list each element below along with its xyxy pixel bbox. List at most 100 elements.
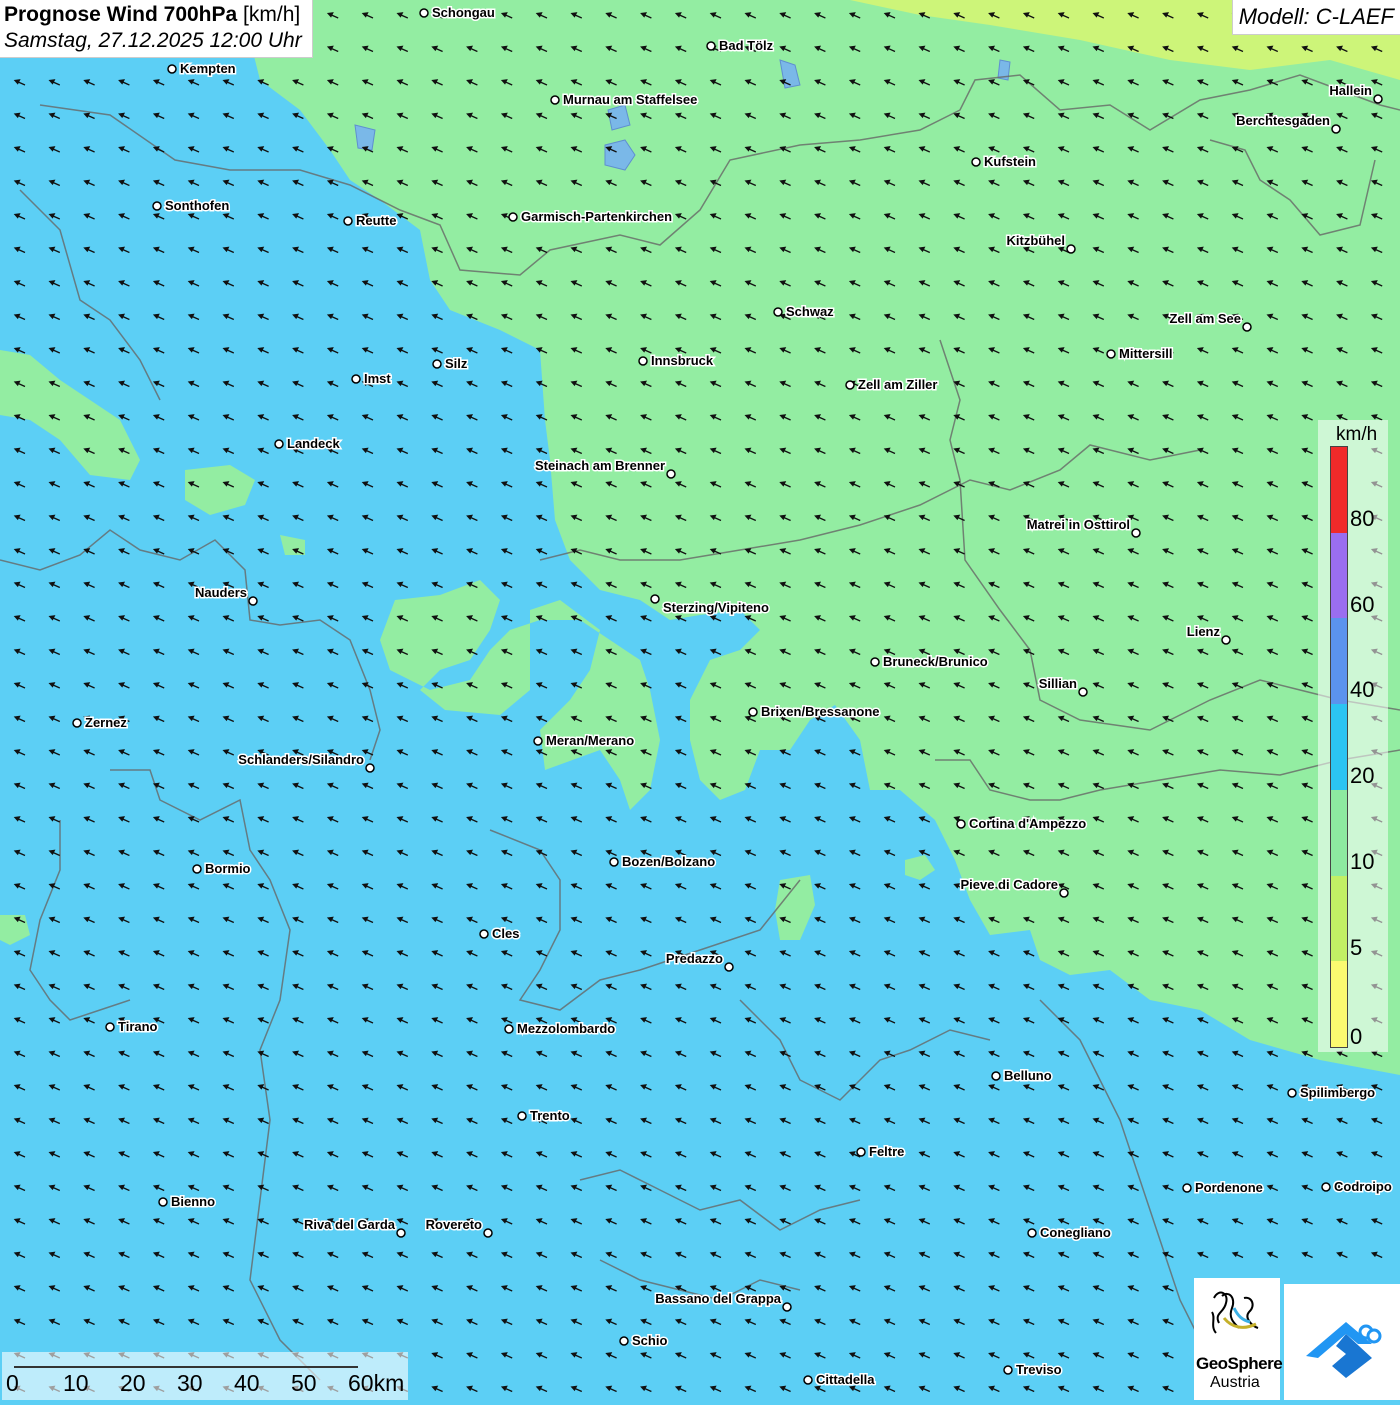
wind-map[interactable]: Schongau Bad Tölz Kempten Murnau am Staffel… (0, 0, 1400, 1400)
city-dot (1059, 888, 1069, 898)
legend-unit: km/h (1336, 424, 1378, 445)
city-dot (1131, 528, 1141, 538)
city-dot (533, 736, 543, 746)
city-marker: Murnau am Staffelsee (550, 91, 699, 109)
city-dot (1242, 322, 1252, 332)
city-dot (956, 819, 966, 829)
city-label: Bruneck/Brunico (883, 654, 988, 669)
city-label: Mezzolombardo (517, 1021, 615, 1036)
city-label: Matrei in Osttirol (1027, 517, 1130, 532)
legend-tick-label: 10 (1350, 848, 1375, 874)
city-dot (748, 707, 758, 717)
city-marker: Meran/Merano (533, 732, 636, 750)
legend-tick-label: 0 (1350, 1024, 1363, 1049)
city-label: Bozen/Bolzano (622, 854, 715, 869)
city-marker: Conegliano (1027, 1224, 1112, 1242)
city-dot (1221, 635, 1231, 645)
city-label: Hallein (1329, 83, 1372, 98)
map-title: Prognose Wind 700hPa [km/h] Samstag, 27.… (0, 0, 313, 58)
legend-tick-label: 20 (1350, 763, 1375, 789)
city-marker: Bruneck/Brunico (870, 653, 989, 671)
city-label: Bienno (171, 1194, 215, 1209)
city-dot (167, 64, 177, 74)
legend-color-segment (1331, 961, 1347, 1047)
city-marker: Sonthofen (152, 197, 231, 215)
city-dot (508, 212, 518, 222)
city-dot (351, 374, 361, 384)
city-dot (1106, 349, 1116, 359)
city-label: Reutte (356, 213, 396, 228)
city-dot (1078, 687, 1088, 697)
city-label: Bad Tölz (719, 38, 774, 53)
city-dot (1321, 1182, 1331, 1192)
city-label: Rovereto (426, 1217, 482, 1232)
city-label: Steinach am Brenner (535, 458, 665, 473)
legend-color-segment (1331, 532, 1347, 619)
city-marker: Spilimbergo (1287, 1084, 1377, 1102)
legend-color-segment (1331, 447, 1347, 533)
city-label: Kempten (180, 61, 236, 76)
city-marker: Bozen/Bolzano (609, 853, 717, 871)
city-label: Mittersill (1119, 346, 1172, 361)
city-marker: Cortina d'Ampezzo (956, 815, 1088, 833)
city-dot (504, 1024, 514, 1034)
city-label: Imst (364, 371, 391, 386)
city-label: Bassano del Grappa (655, 1291, 781, 1306)
city-label: Innsbruck (651, 353, 714, 368)
title-unit: [km/h] (243, 3, 301, 26)
city-label: Garmisch-Partenkirchen (521, 209, 672, 224)
geosphere-logo[interactable]: GeoSphere Austria (1194, 1278, 1283, 1400)
city-label: Lienz (1187, 624, 1221, 639)
city-label: Cittadella (816, 1372, 875, 1387)
city-dot (1331, 124, 1341, 134)
city-label: Cortina d'Ampezzo (969, 816, 1086, 831)
city-label: Zell am Ziller (858, 377, 937, 392)
city-dot (724, 962, 734, 972)
city-marker: Pordenone (1182, 1179, 1264, 1197)
weather-app-logo[interactable] (1284, 1284, 1400, 1400)
city-dot (845, 380, 855, 390)
city-label: Kufstein (984, 154, 1036, 169)
city-dot (1182, 1183, 1192, 1193)
city-label: Pieve di Cadore (960, 877, 1058, 892)
forecast-date: Samstag, 27.12.2025 12:00 Uhr (4, 29, 302, 52)
city-label: Silz (445, 356, 468, 371)
city-dot (158, 1197, 168, 1207)
city-dot (105, 1022, 115, 1032)
model-label: Modell: C-LAEF (1231, 0, 1400, 35)
city-dot (483, 1228, 493, 1238)
city-label: Belluno (1004, 1068, 1052, 1083)
city-dot (274, 439, 284, 449)
color-legend: km/h 80 60 40 20 10 5 0 (1318, 420, 1388, 1052)
city-label: Treviso (1016, 1362, 1062, 1377)
city-label: Schongau (432, 5, 495, 20)
scale-bar: 0 10 20 30 40 50 60km (2, 1352, 408, 1400)
city-dot (517, 1111, 527, 1121)
scale-label: 60km (348, 1370, 405, 1396)
city-label: Nauders (195, 585, 247, 600)
city-label: Berchtesgaden (1236, 113, 1330, 128)
legend-colorbar (1330, 446, 1348, 1048)
legend-tick-label: 80 (1350, 506, 1375, 531)
city-label: Schio (632, 1333, 667, 1348)
legend-tick-label: 5 (1350, 934, 1363, 960)
city-label: Schlanders/Silandro (238, 752, 364, 767)
city-marker: Schongau (419, 4, 496, 22)
scale-label: 30 (177, 1370, 203, 1396)
scale-label: 10 (63, 1370, 89, 1396)
city-marker: Mezzolombardo (504, 1020, 617, 1038)
city-dot (1027, 1228, 1037, 1238)
city-marker: Zell am Ziller (845, 376, 939, 394)
city-label: Conegliano (1040, 1225, 1111, 1240)
city-label: Bormio (205, 861, 251, 876)
scale-label: 20 (120, 1370, 146, 1396)
city-dot (396, 1228, 406, 1238)
city-label: Pordenone (1195, 1180, 1263, 1195)
city-label: Tirano (118, 1019, 158, 1034)
city-dot (343, 216, 353, 226)
city-dot (1287, 1088, 1297, 1098)
city-dot (856, 1147, 866, 1157)
city-label: Kitzbühel (1007, 233, 1066, 248)
city-dot (782, 1302, 792, 1312)
geosphere-emblem-icon (1211, 1291, 1259, 1334)
